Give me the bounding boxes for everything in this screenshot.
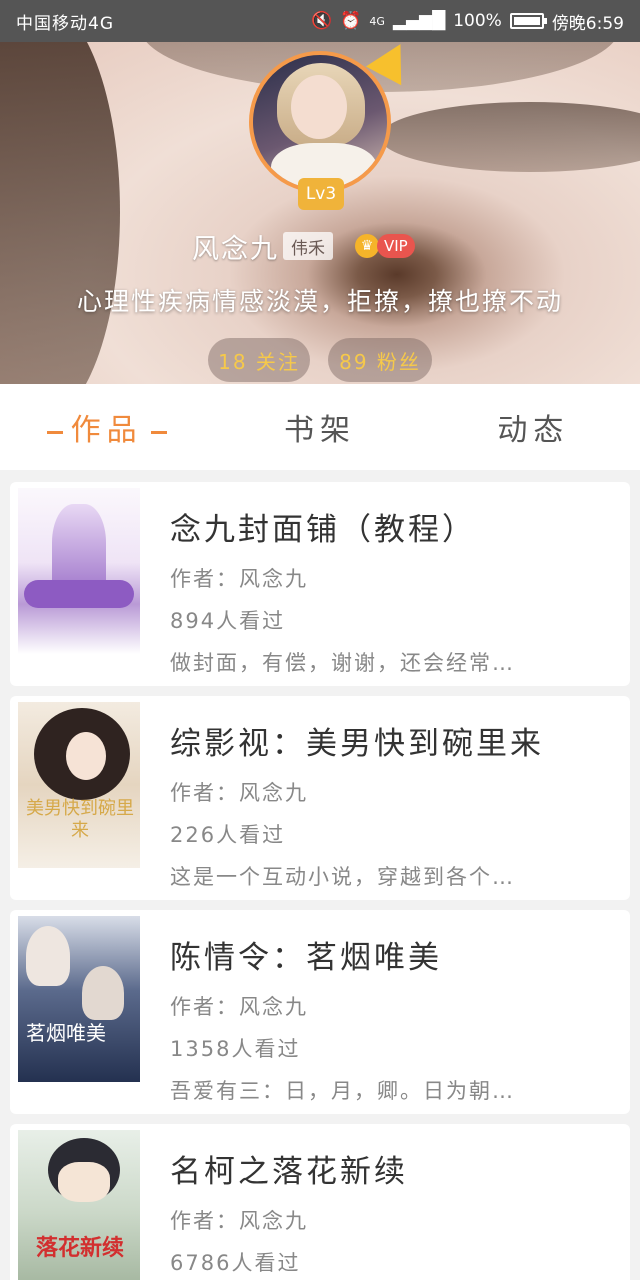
- carrier-label: 中国移动4G: [16, 13, 114, 34]
- cover-flowers: [24, 580, 134, 608]
- cover-figure: [82, 966, 124, 1020]
- cover-title-text: 落花新续: [35, 1235, 124, 1261]
- profile-signature: 心理性疾病情感淡漠，拒撩，撩也撩不动: [76, 287, 563, 316]
- book-title: 综影视：美男快到碗里来: [170, 726, 544, 762]
- book-info: 名柯之落花新续 作者：风念九 6786人看过: [170, 1146, 610, 1280]
- tab-works[interactable]: 作品: [0, 405, 213, 449]
- tab-works-label: 作品: [70, 413, 143, 448]
- vip-badge[interactable]: VIP: [377, 234, 415, 258]
- level-badge: Lv3: [298, 178, 344, 210]
- avatar-face: [291, 75, 347, 139]
- tab-bookshelf-label: 书架: [283, 413, 356, 448]
- book-author: 作者：风念九: [170, 781, 308, 805]
- battery-icon: [509, 13, 547, 29]
- battery-percent: 100%: [453, 11, 502, 31]
- signal-label: 4G: [369, 14, 385, 28]
- cover-title-text: 美男快到碗里来: [26, 798, 134, 841]
- cover-face: [66, 732, 106, 780]
- book-description: 这是一个互动小说，穿越到各个…: [170, 865, 515, 889]
- book-title: 念九封面铺（教程）: [170, 512, 476, 548]
- book-card[interactable]: 茗烟唯美 陈情令：茗烟唯美 作者：风念九 1358人看过 吾爱有三：日，月，卿。…: [10, 910, 630, 1114]
- tab-activity-label: 动态: [497, 413, 570, 448]
- clock: 傍晚6:59: [551, 13, 624, 34]
- book-list: 念九封面铺（教程） 作者：风念九 894人看过 做封面，有偿，谢谢，还会经常… …: [10, 482, 630, 1280]
- book-cover: [18, 488, 140, 654]
- book-card[interactable]: 美男快到碗里来 综影视：美男快到碗里来 作者：风念九 226人看过 这是一个互动…: [10, 696, 630, 900]
- book-title: 陈情令：茗烟唯美: [170, 940, 442, 976]
- book-info: 陈情令：茗烟唯美 作者：风念九 1358人看过 吾爱有三：日，月，卿。日为朝…: [170, 932, 610, 1105]
- book-info: 综影视：美男快到碗里来 作者：风念九 226人看过 这是一个互动小说，穿越到各个…: [170, 718, 610, 891]
- name-row: 风念九 伟禾 ♛ VIP: [192, 226, 415, 266]
- status-bar: 中国移动4G 🔇 ⏰ 4G ▂▄▆█ 100% 傍晚6:59: [0, 0, 640, 42]
- book-author: 作者：风念九: [170, 567, 308, 591]
- book-description: 做封面，有偿，谢谢，还会经常…: [170, 651, 515, 675]
- book-cover: 茗烟唯美: [18, 916, 140, 1082]
- book-info: 念九封面铺（教程） 作者：风念九 894人看过 做封面，有偿，谢谢，还会经常…: [170, 504, 610, 677]
- book-card[interactable]: 念九封面铺（教程） 作者：风念九 894人看过 做封面，有偿，谢谢，还会经常…: [10, 482, 630, 686]
- alarm-icon: ⏰: [340, 11, 362, 31]
- status-icons: 🔇 ⏰ 4G ▂▄▆█ 100% 傍晚6:59: [311, 9, 624, 34]
- background-hair-left: [0, 42, 120, 384]
- avatar[interactable]: [249, 51, 391, 193]
- tab-indicator-left: [46, 430, 63, 434]
- profile-header: Lv3 风念九 伟禾 ♛ VIP 心理性疾病情感淡漠，拒撩，撩也撩不动 18 关…: [0, 42, 640, 384]
- fans-count-button[interactable]: 89 粉丝: [328, 338, 432, 382]
- book-card[interactable]: 落花新续 名柯之落花新续 作者：风念九 6786人看过: [10, 1124, 630, 1280]
- tab-activity[interactable]: 动态: [427, 405, 640, 449]
- cover-face: [58, 1162, 110, 1202]
- following-count-button[interactable]: 18 关注: [208, 338, 310, 382]
- mute-icon: 🔇: [311, 11, 333, 31]
- tab-indicator-right: [150, 430, 167, 434]
- battery-fill: [513, 17, 540, 25]
- book-title: 名柯之落花新续: [170, 1154, 408, 1190]
- book-views: 1358人看过: [170, 1037, 301, 1061]
- username: 风念九: [192, 233, 279, 265]
- background-lashes: [380, 102, 640, 172]
- title-tag-badge: 伟禾: [283, 232, 333, 260]
- book-author: 作者：风念九: [170, 995, 308, 1019]
- book-description: 吾爱有三：日，月，卿。日为朝…: [170, 1079, 515, 1103]
- book-cover: 美男快到碗里来: [18, 702, 140, 868]
- book-views: 894人看过: [170, 609, 286, 633]
- signal-icon: ▂▄▆█: [392, 11, 446, 31]
- crown-coin-icon: ♛: [355, 234, 379, 258]
- cover-figure: [26, 926, 70, 986]
- tab-bookshelf[interactable]: 书架: [213, 405, 426, 449]
- book-views: 226人看过: [170, 823, 286, 847]
- book-views: 6786人看过: [170, 1251, 301, 1275]
- cover-title-text: 茗烟唯美: [26, 1021, 106, 1045]
- book-author: 作者：风念九: [170, 1209, 308, 1233]
- tab-bar: 作品 书架 动态: [0, 384, 640, 470]
- book-cover: 落花新续: [18, 1130, 140, 1280]
